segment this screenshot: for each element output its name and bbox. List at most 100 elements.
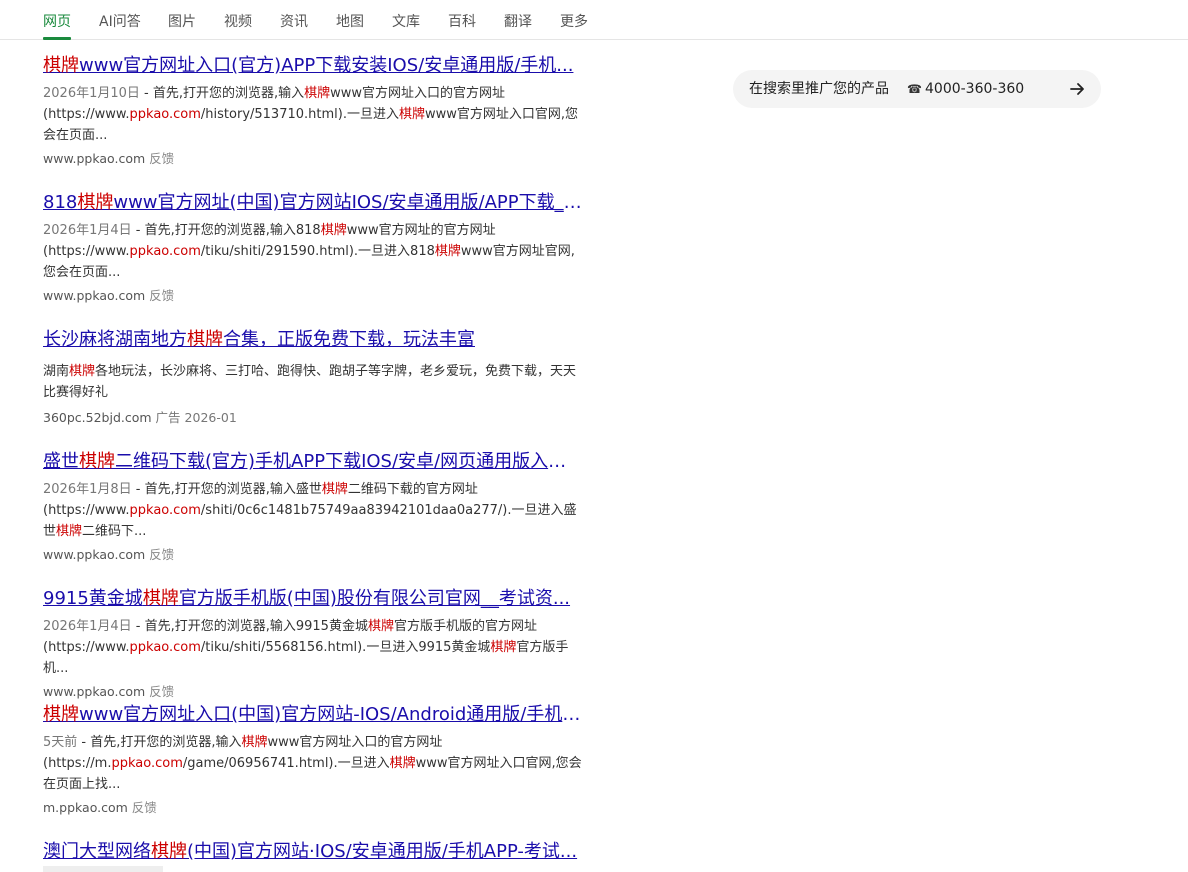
promo-text: 在搜索里推广您的产品 [749,81,889,97]
result-snippet: 5天前 - 首先,打开您的浏览器,输入棋牌www官方网址入口的官方网址(http… [43,732,583,795]
result-snippet: 2026年1月4日 - 首先,打开您的浏览器,输入818棋牌www官方网址的官方… [43,220,583,283]
result-title-link[interactable]: 盛世棋牌二维码下载(官方)手机APP下载IOS/安卓/网页通用版入口... [43,449,583,475]
tab-images[interactable]: 图片 [168,12,196,32]
ad-label: 广告 [155,410,181,425]
result-site[interactable]: 360pc.52bjd.com [43,410,152,425]
result-site[interactable]: www.ppkao.com [43,547,145,562]
result-site[interactable]: m.ppkao.com [43,800,128,815]
search-result: 9915黄金城棋牌官方版手机版(中国)股份有限公司官网__考试资... 2026… [43,586,588,701]
result-title-link[interactable]: 9915黄金城棋牌官方版手机版(中国)股份有限公司官网__考试资... [43,586,583,612]
snippet-text: - 首先,打开您的浏览器,输入9915黄金城 [131,619,368,634]
title-keyword-highlight: 棋牌 [77,192,114,213]
tab-news[interactable]: 资讯 [280,12,308,32]
phone-icon: ☎ [907,82,922,96]
feedback-link[interactable]: 反馈 [149,151,174,166]
result-date: 2026年1月8日 [43,482,132,497]
result-cite: m.ppkao.com 反馈 [43,799,588,817]
title-text: 合集，正版免费下载，玩法丰富 [223,329,475,350]
snippet-keyword-highlight: ppkao.com [129,640,201,655]
search-result: 棋牌www官方网址入口(官方)APP下载安装IOS/安卓通用版/手机... 20… [43,53,588,168]
snippet-text: /history/513710.html).一旦进入 [200,107,399,122]
result-cite: www.ppkao.com 反馈 [43,287,588,305]
snippet-keyword-highlight: ppkao.com [129,244,201,259]
snippet-text: /tiku/shiti/5568156.html).一旦进入9915黄金城 [200,640,491,655]
result-title-link[interactable]: 澳门大型网络棋牌(中国)官方网站·IOS/安卓通用版/手机APP-考试... [43,839,583,865]
title-keyword-highlight: 棋牌 [43,704,79,725]
title-keyword-highlight: 棋牌 [187,329,223,350]
title-text: www官方网址入口(中国)官方网站-IOS/Android通用版/手机A... [79,704,583,725]
search-result: 818棋牌www官方网址(中国)官方网站IOS/安卓通用版/APP下载__...… [43,190,588,305]
title-keyword-highlight: 棋牌 [43,55,79,76]
tab-encyclopedia[interactable]: 百科 [448,12,476,32]
title-text: 澳门大型网络 [43,841,151,862]
tab-translate[interactable]: 翻译 [504,12,532,32]
feedback-link[interactable]: 反馈 [149,684,174,699]
search-result: 澳门大型网络棋牌(中国)官方网站·IOS/安卓通用版/手机APP-考试... [43,839,588,865]
result-title-link[interactable]: 长沙麻将湖南地方棋牌合集，正版免费下载，玩法丰富 [43,327,583,353]
title-text: www官方网址(中国)官方网站IOS/安卓通用版/APP下载__... [113,192,583,213]
snippet-keyword-highlight: 棋牌 [320,223,347,238]
promo-phone: 4000-360-360 [925,81,1025,97]
title-keyword-highlight: 棋牌 [151,841,187,862]
ad-date: 2026-01 [184,410,237,425]
tab-more[interactable]: 更多 [560,12,588,32]
result-site[interactable]: www.ppkao.com [43,684,145,699]
title-text: 长沙麻将湖南地方 [43,329,187,350]
result-date: 5天前 [43,735,78,750]
snippet-keyword-highlight: 棋牌 [434,244,461,259]
search-result: 棋牌www官方网址入口(中国)官方网站-IOS/Android通用版/手机A..… [43,702,588,817]
result-cite: www.ppkao.com 反馈 [43,546,588,564]
feedback-link[interactable]: 反馈 [149,288,174,303]
snippet-keyword-highlight: 棋牌 [321,482,348,497]
result-snippet: 2026年1月10日 - 首先,打开您的浏览器,输入棋牌www官方网址入口的官方… [43,83,583,146]
snippet-text: - 首先,打开您的浏览器,输入 [77,735,242,750]
snippet-keyword-highlight: ppkao.com [129,107,201,122]
snippet-text: - 首先,打开您的浏览器,输入盛世 [131,482,322,497]
feedback-link[interactable]: 反馈 [149,547,174,562]
snippet-keyword-highlight: ppkao.com [111,756,183,771]
tab-library[interactable]: 文库 [392,12,420,32]
snippet-text: - 首先,打开您的浏览器,输入 [139,86,305,101]
tab-videos[interactable]: 视频 [224,12,252,32]
ad-cite: 360pc.52bjd.com 广告 2026-01 [43,409,588,427]
title-text: 818 [43,192,78,213]
result-cite: www.ppkao.com 反馈 [43,150,588,168]
result-site[interactable]: www.ppkao.com [43,288,145,303]
result-date: 2026年1月10日 [43,86,140,101]
snippet-keyword-highlight: ppkao.com [129,503,201,518]
tab-maps[interactable]: 地图 [336,12,364,32]
snippet-keyword-highlight: 棋牌 [241,735,268,750]
snippet-text: - 首先,打开您的浏览器,输入818 [131,223,321,238]
result-title-link[interactable]: 棋牌www官方网址入口(中国)官方网站-IOS/Android通用版/手机A..… [43,702,583,728]
result-title-link[interactable]: 818棋牌www官方网址(中国)官方网站IOS/安卓通用版/APP下载__... [43,190,583,216]
snippet-text: 湖南 [43,364,70,379]
promote-product-banner[interactable]: 在搜索里推广您的产品 ☎ 4000-360-360 [733,70,1101,108]
snippet-text: 二维码下... [82,524,147,539]
feedback-link[interactable]: 反馈 [132,800,157,815]
result-site[interactable]: www.ppkao.com [43,151,145,166]
result-date: 2026年1月4日 [43,619,132,634]
title-text: 盛世 [43,451,79,472]
title-keyword-highlight: 棋牌 [79,451,115,472]
title-text: 二维码下载(官方)手机APP下载IOS/安卓/网页通用版入口... [115,451,583,472]
tab-web[interactable]: 网页 [43,12,71,40]
partial-snippet-placeholder [43,866,163,872]
title-text: 9915黄金城 [43,588,143,609]
snippet-keyword-highlight: 棋牌 [56,524,83,539]
result-snippet: 2026年1月8日 - 首先,打开您的浏览器,输入盛世棋牌二维码下载的官方网址(… [43,479,583,542]
snippet-keyword-highlight: 棋牌 [69,364,96,379]
result-title-link[interactable]: 棋牌www官方网址入口(官方)APP下载安装IOS/安卓通用版/手机... [43,53,583,79]
snippet-keyword-highlight: 棋牌 [490,640,517,655]
snippet-keyword-highlight: 棋牌 [389,756,416,771]
result-cite: www.ppkao.com 反馈 [43,683,588,701]
nav-tabs: 网页 AI问答 图片 视频 资讯 地图 文库 百科 翻译 更多 [0,0,1188,40]
arrow-right-icon[interactable] [1069,80,1085,98]
tab-ai-answers[interactable]: AI问答 [99,12,141,32]
snippet-text: /tiku/shiti/291590.html).一旦进入818 [200,244,435,259]
title-text: 官方版手机版(中国)股份有限公司官网__考试资... [178,588,571,609]
snippet-text: 各地玩法，长沙麻将、三打哈、跑得快、跑胡子等字牌，老乡爱玩，免费下载，天天比赛得… [43,364,577,400]
snippet-keyword-highlight: 棋牌 [367,619,394,634]
title-keyword-highlight: 棋牌 [142,588,179,609]
title-text: www官方网址入口(官方)APP下载安装IOS/安卓通用版/手机... [79,55,574,76]
snippet-keyword-highlight: 棋牌 [398,107,425,122]
